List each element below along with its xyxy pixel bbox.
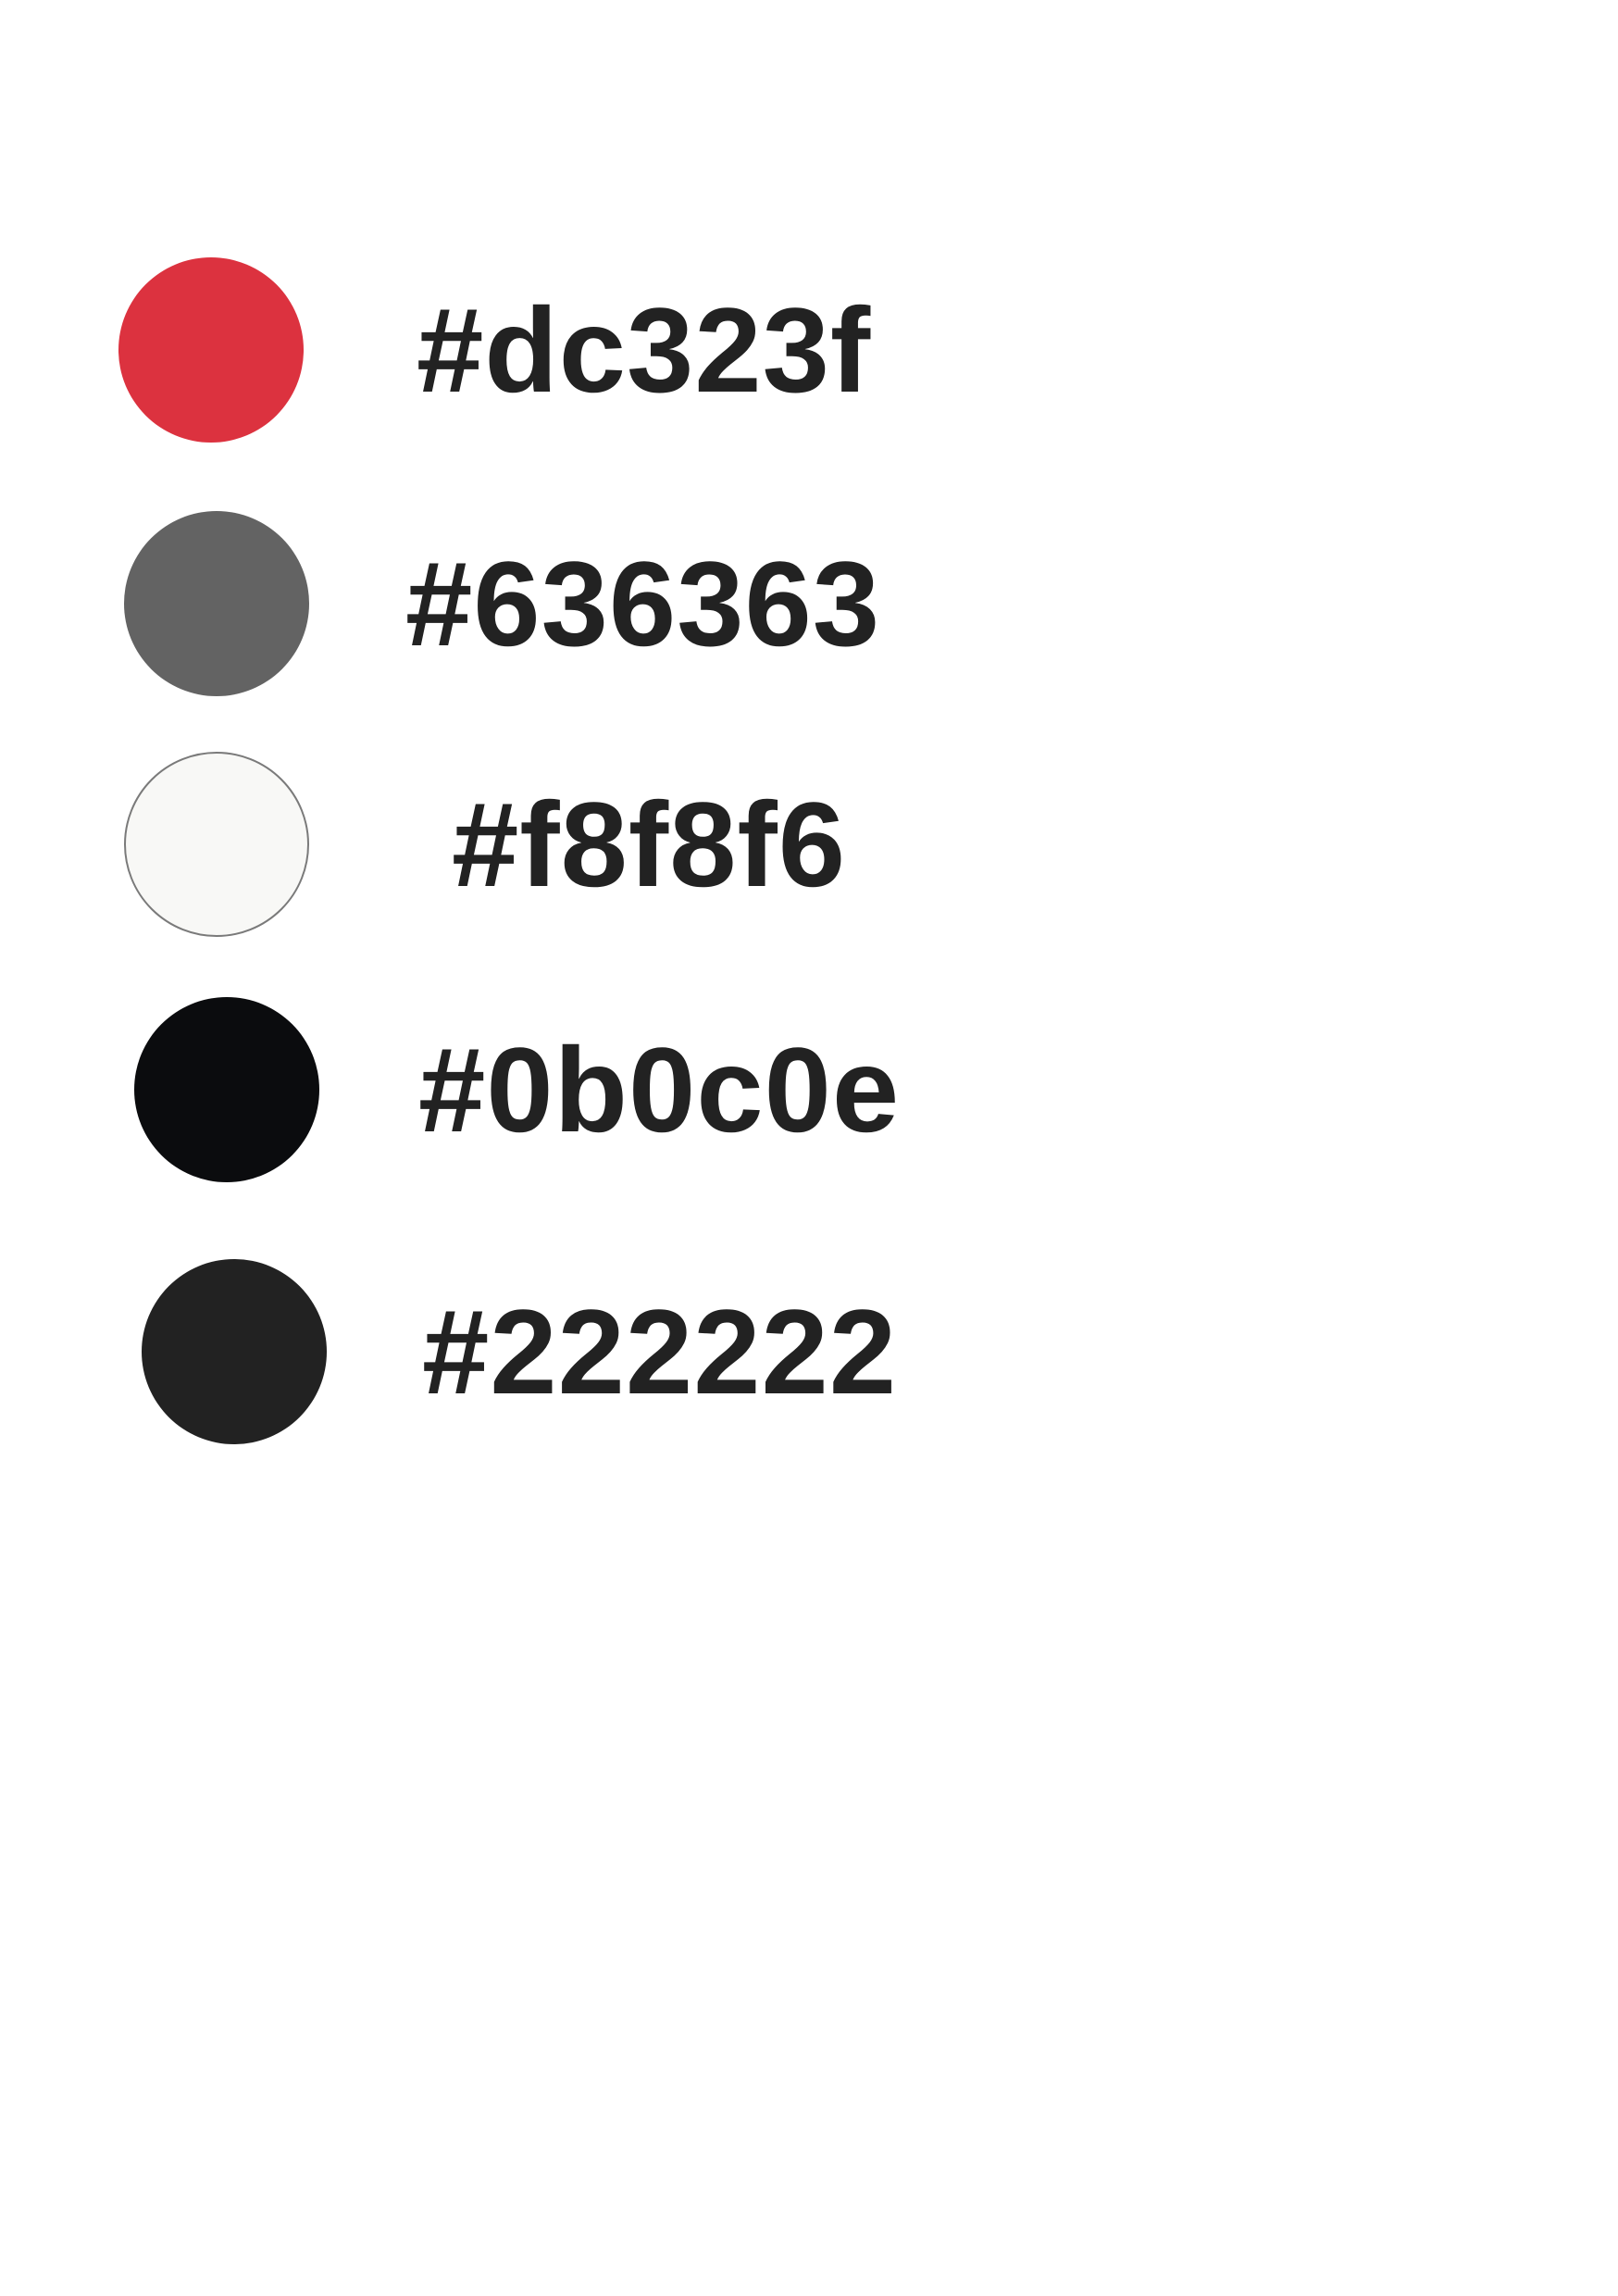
swatch-label-gray: #636363 (405, 536, 881, 671)
color-swatch-off-white (124, 752, 309, 937)
swatch-label-red: #dc323f (417, 282, 872, 418)
swatch-label-off-white: #f8f8f6 (452, 777, 847, 912)
color-swatch-red (118, 257, 304, 443)
color-swatch-near-black (134, 997, 319, 1182)
swatch-label-charcoal: #222222 (422, 1284, 898, 1419)
color-swatch-charcoal (142, 1259, 327, 1444)
swatch-label-near-black: #0b0c0e (418, 1022, 901, 1157)
color-swatch-gray (124, 511, 309, 696)
color-palette: #dc323f #636363 #f8f8f6 #0b0c0e #222222 (0, 0, 1618, 2296)
